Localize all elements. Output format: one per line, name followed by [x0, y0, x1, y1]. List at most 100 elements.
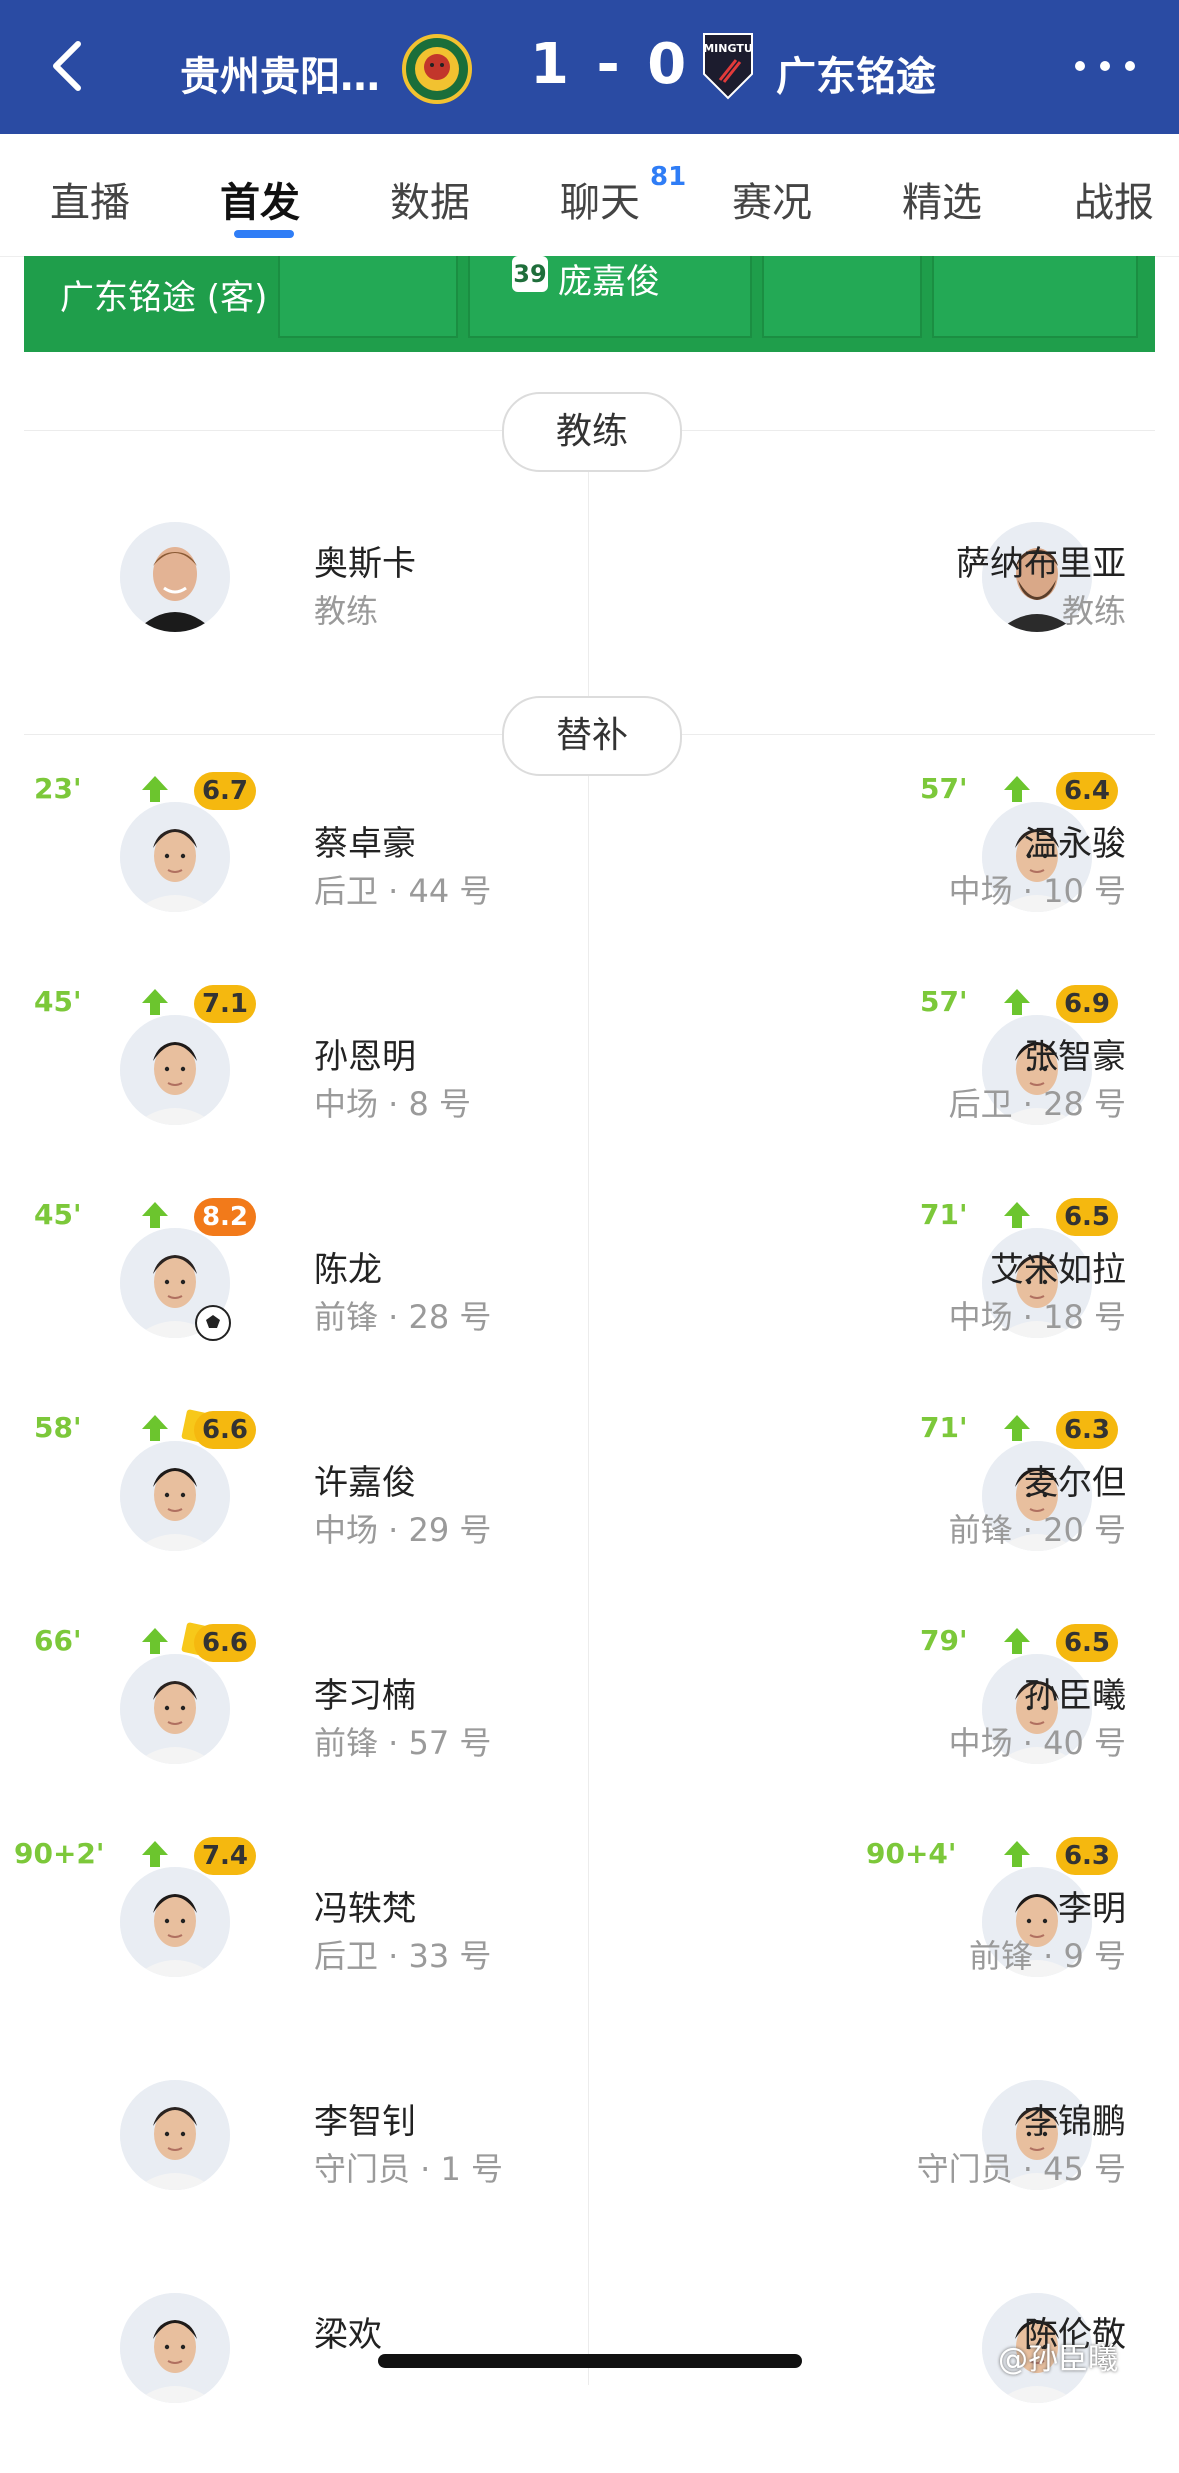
sub-in-arrow-icon: [1004, 1415, 1030, 1441]
sub-minute: 57': [920, 985, 968, 1018]
away-sub-player-row[interactable]: 90+4' 6.3 李明前锋 · 9 号: [590, 1837, 1150, 2047]
away-sub-player-row[interactable]: 57' 6.4 温永骏 中场 · 10 号: [590, 772, 1150, 982]
tab-stats[interactable]: 数据: [390, 170, 470, 228]
goal-ball-icon: [195, 1305, 231, 1341]
player-position-number: 中场 · 8 号: [314, 1085, 472, 1123]
player-name: 张智豪: [1024, 1037, 1126, 1077]
sub-minute: 71': [920, 1411, 968, 1444]
sub-in-arrow-icon: [1004, 1841, 1030, 1867]
away-sub-player-row[interactable]: 李锦鹏 守门员 · 45 号: [590, 2060, 1150, 2260]
player-rating-badge: 6.3: [1056, 1837, 1118, 1875]
subs-section-title: 替补: [502, 696, 682, 776]
player-rating-badge: 8.2: [194, 1198, 256, 1236]
player-avatar: [120, 1867, 230, 1977]
away-team-logo-icon[interactable]: MINGTU: [700, 30, 756, 102]
coach-role: 教练: [314, 592, 379, 630]
player-rating-badge: 6.9: [1056, 985, 1118, 1023]
sub-in-arrow-icon: [142, 776, 168, 802]
player-rating-badge: 6.6: [194, 1411, 256, 1449]
player-position-number: 后卫 · 33 号: [314, 1937, 492, 1975]
sub-in-arrow-icon: [142, 1202, 168, 1228]
player-name: 孙恩明: [314, 1037, 416, 1077]
pitch-stripe: [932, 256, 1138, 338]
more-options-icon[interactable]: [1070, 54, 1140, 78]
player-rating-badge: 6.3: [1056, 1411, 1118, 1449]
sub-minute: 23': [34, 772, 82, 805]
player-position-number: 守门员 · 1 号: [314, 2150, 504, 2188]
player-name: 温永骏: [1024, 824, 1126, 864]
home-sub-player-row[interactable]: 45' 7.1 孙恩明中场 · 8 号: [24, 985, 584, 1195]
player-position-number: 中场 · 10 号: [948, 872, 1126, 910]
lineup-content: 教练 奥斯卡 教练 萨纳布里亚 教练 替补 23' 6.7 蔡卓豪 后卫 · 44 号…: [14, 352, 1155, 2403]
player-rating-badge: 6.6: [194, 1624, 256, 1662]
tab-bar: 直播 首发 数据 聊天 81 赛况 精选 战报: [0, 134, 1179, 257]
player-name: 艾米如拉: [990, 1250, 1126, 1290]
home-sub-player-row[interactable]: 梁欢: [24, 2273, 584, 2473]
home-team-name[interactable]: 贵州贵阳…: [180, 44, 380, 102]
tab-chat[interactable]: 聊天: [560, 170, 640, 228]
coach-section-title: 教练: [502, 392, 682, 472]
sub-in-arrow-icon: [1004, 1202, 1030, 1228]
player-avatar: [120, 1015, 230, 1125]
away-coach[interactable]: 萨纳布里亚 教练: [590, 502, 1150, 702]
sub-minute: 58': [34, 1411, 82, 1444]
coach-avatar: [120, 522, 230, 632]
home-sub-player-row[interactable]: 李智钊守门员 · 1 号: [24, 2060, 584, 2260]
sub-minute: 45': [34, 985, 82, 1018]
back-arrow-icon[interactable]: [40, 36, 100, 96]
home-coach[interactable]: 奥斯卡 教练: [24, 502, 584, 702]
sub-in-arrow-icon: [142, 989, 168, 1015]
player-name: 李智钊: [314, 2102, 416, 2142]
tab-lineup[interactable]: 首发: [220, 170, 300, 228]
player-name: 李明: [1058, 1889, 1126, 1929]
away-sub-player-row[interactable]: 71' 6.3 麦尔但 前锋 · 20 号: [590, 1411, 1150, 1621]
home-team-logo-icon[interactable]: [402, 34, 472, 104]
home-sub-player-row[interactable]: 66' 6.6 李习楠 前锋 · 57 号: [24, 1622, 584, 1834]
home-indicator: [378, 2354, 802, 2368]
player-avatar: [120, 2293, 230, 2403]
tab-highlights[interactable]: 精选: [902, 170, 982, 228]
home-sub-player-row[interactable]: 58' 6.6 许嘉俊 中场 · 29 号: [24, 1409, 584, 1621]
coach-name: 萨纳布里亚: [956, 544, 1126, 584]
pitch-player-name[interactable]: 庞嘉俊: [558, 256, 660, 303]
player-rating-badge: 6.5: [1056, 1624, 1118, 1662]
player-position-number: 守门员 · 45 号: [916, 2150, 1126, 2188]
player-position-number: 后卫 · 44 号: [314, 872, 492, 910]
player-name: 麦尔但: [1024, 1463, 1126, 1503]
tab-live[interactable]: 直播: [50, 170, 130, 228]
home-sub-player-row[interactable]: 45' 8.2 陈龙 前锋 · 28 号: [24, 1198, 584, 1408]
chat-count-badge: 81: [650, 162, 687, 192]
player-position-number: 中场 · 18 号: [948, 1298, 1126, 1336]
sub-minute: 90+4': [866, 1837, 957, 1870]
away-sub-player-row[interactable]: 71' 6.5 艾米如拉中场 · 18 号: [590, 1198, 1150, 1408]
player-rating-badge: 7.1: [194, 985, 256, 1023]
sub-minute: 90+2': [14, 1837, 105, 1870]
player-name: 李习楠: [314, 1676, 416, 1716]
player-avatar: [120, 802, 230, 912]
home-sub-player-row[interactable]: 90+2' 7.4 冯轶梵 后卫 · 33 号: [14, 1837, 584, 2047]
coach-role: 教练: [1061, 592, 1126, 630]
match-header: 贵州贵阳… 1 - 0 MINGTU 广东铭途: [0, 0, 1179, 134]
sub-in-arrow-icon: [1004, 1628, 1030, 1654]
match-score: 1 - 0: [530, 32, 691, 97]
away-sub-player-row[interactable]: 79' 6.5 孙臣曦 中场 · 40 号: [590, 1624, 1150, 1834]
player-position-number: 前锋 · 9 号: [968, 1937, 1126, 1975]
player-rating-badge: 6.7: [194, 772, 256, 810]
away-team-name[interactable]: 广东铭途: [776, 44, 936, 102]
player-avatar: [120, 1441, 230, 1551]
sub-in-arrow-icon: [142, 1841, 168, 1867]
sub-in-arrow-icon: [142, 1628, 168, 1654]
away-sub-player-row[interactable]: 57' 6.9 张智豪后卫 · 28 号: [590, 985, 1150, 1195]
sub-minute: 71': [920, 1198, 968, 1231]
player-name: 冯轶梵: [314, 1889, 416, 1929]
tab-match-events[interactable]: 赛况: [732, 170, 812, 228]
player-name: 梁欢: [314, 2315, 382, 2355]
sub-in-arrow-icon: [1004, 776, 1030, 802]
sub-minute: 66': [34, 1624, 82, 1657]
sub-in-arrow-icon: [142, 1415, 168, 1441]
player-name: 许嘉俊: [314, 1463, 416, 1503]
player-rating-badge: 6.5: [1056, 1198, 1118, 1236]
home-sub-player-row[interactable]: 23' 6.7 蔡卓豪 后卫 · 44 号: [24, 772, 584, 982]
tab-report[interactable]: 战报: [1074, 170, 1154, 228]
player-position-number: 后卫 · 28 号: [948, 1085, 1126, 1123]
